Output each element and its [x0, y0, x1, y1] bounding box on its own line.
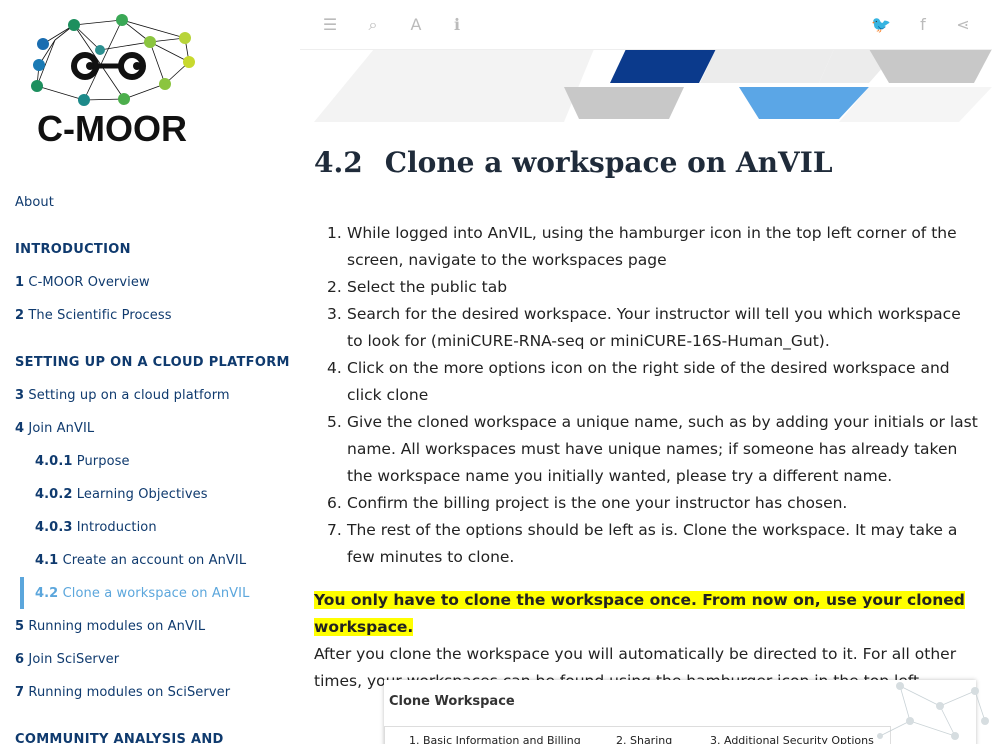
list-item-text: Confirm the billing project is the one y…: [347, 494, 848, 512]
sidebar-item-label: Running modules on AnVIL: [28, 619, 206, 634]
list-item-text: The rest of the options should be left a…: [347, 521, 958, 566]
main-content: 4.2 Clone a workspace on AnVIL 1. While lo…: [300, 0, 992, 744]
sidebar-item-label: About: [15, 195, 54, 210]
toolbar: ☰ ⌕ Aℹ 🐦 f ⋖: [300, 0, 992, 50]
highlighted-instruction: You only have to clone the workspace onc…: [314, 591, 965, 636]
list-item-number: 5.: [327, 413, 342, 431]
info-icon: ℹ: [453, 15, 461, 34]
sidebar-item-label: Learning Objectives: [76, 487, 208, 502]
list-item: 3. Search for the desired workspace. Your…: [327, 301, 979, 355]
font-icon: A: [410, 15, 422, 34]
list-item-number: 2.: [327, 278, 342, 296]
sidebar-item[interactable]: 1 C-MOOR Overview: [15, 275, 150, 290]
share-button[interactable]: ⋖: [952, 14, 974, 36]
sidebar-item-number: 4.0.2: [35, 487, 73, 502]
sidebar-item-number: 1: [15, 275, 25, 290]
list-item: 4. Click on the more options icon on the …: [327, 355, 979, 409]
sidebar-item[interactable]: 4.1 Create an account on AnVIL: [35, 553, 246, 568]
steps-list: 1. While logged into AnVIL, using the ham…: [327, 220, 979, 571]
sidebar-item-number: 3: [15, 388, 25, 403]
twitter-button[interactable]: 🐦: [870, 14, 892, 36]
sidebar-item-label: Create an account on AnVIL: [62, 553, 247, 568]
sidebar-item-label: Introduction: [76, 520, 157, 535]
list-item: 2. Select the public tab: [327, 274, 979, 301]
list-item: 7. The rest of the options should be left…: [327, 517, 979, 571]
tab-sharing: 2. Sharing: [616, 734, 673, 744]
sidebar-item[interactable]: 2 The Scientific Process: [15, 308, 172, 323]
facebook-icon: f: [920, 15, 926, 34]
list-item: 6. Confirm the billing project is the one…: [327, 490, 979, 517]
list-item-number: 7.: [327, 521, 342, 539]
network-decoration: [877, 682, 989, 740]
sidebar-item-number: 5: [15, 619, 25, 634]
sidebar-part-header: SETTING UP ON A CLOUD PLATFORM: [15, 355, 290, 370]
sidebar: C-MOOR About INTRODUCTION 1 C-MOOR Overvie…: [0, 0, 300, 744]
sidebar-item-label: Setting up on a cloud platform: [28, 388, 230, 403]
clone-workspace-title: Clone Workspace: [389, 694, 515, 709]
sidebar-item[interactable]: 4.0.2 Learning Objectives: [35, 487, 208, 502]
hamburger-icon: ☰: [322, 15, 338, 34]
list-item-text: Search for the desired workspace. Your i…: [347, 305, 961, 350]
sidebar-item-number: 7: [15, 685, 25, 700]
sidebar-item[interactable]: 4.0.1 Purpose: [35, 454, 130, 469]
search-button[interactable]: ⌕: [362, 14, 384, 36]
sidebar-item-label: Join SciServer: [28, 652, 120, 667]
list-item-number: 4.: [327, 359, 342, 377]
sidebar-item-active[interactable]: 4.2 Clone a workspace on AnVIL: [35, 586, 249, 601]
section-number: 4.2: [314, 146, 363, 179]
sidebar-item-label: The Scientific Process: [28, 308, 172, 323]
sidebar-item-number: 4.2: [35, 586, 59, 601]
list-item-text: Click on the more options icon on the ri…: [347, 359, 950, 404]
sidebar-item[interactable]: 7 Running modules on SciServer: [15, 685, 230, 700]
logo-text: C-MOOR: [37, 108, 187, 149]
list-item-number: 3.: [327, 305, 342, 323]
list-item-number: 1.: [327, 224, 342, 242]
list-item: 1. While logged into AnVIL, using the ham…: [327, 220, 979, 274]
c-moor-logo[interactable]: C-MOOR: [15, 10, 210, 150]
list-item-text: While logged into AnVIL, using the hambu…: [347, 224, 957, 269]
sidebar-item[interactable]: 5 Running modules on AnVIL: [15, 619, 205, 634]
share-icon: ⋖: [956, 15, 970, 34]
sidebar-item-number: 4.0.1: [35, 454, 73, 469]
active-item-indicator: [20, 577, 24, 609]
twitter-icon: 🐦: [871, 15, 891, 34]
chapter-banner-graphic: [314, 49, 992, 122]
sidebar-item-label: Join AnVIL: [28, 421, 95, 436]
sidebar-item[interactable]: About: [15, 195, 54, 210]
sidebar-item-number: 4.0.3: [35, 520, 73, 535]
sidebar-item-number: 2: [15, 308, 25, 323]
list-item-number: 6.: [327, 494, 342, 512]
tab-basic-information: 1. Basic Information and Billing: [409, 734, 581, 744]
search-icon: ⌕: [368, 15, 378, 34]
sidebar-item-label: Clone a workspace on AnVIL: [62, 586, 250, 601]
list-item: 5. Give the cloned workspace a unique nam…: [327, 409, 979, 490]
sidebar-item-label: C-MOOR Overview: [28, 275, 150, 290]
sidebar-item-number: 4: [15, 421, 25, 436]
sidebar-item-number: 6: [15, 652, 25, 667]
info-button[interactable]: ℹ: [446, 14, 468, 36]
sidebar-item-label: Running modules on SciServer: [28, 685, 231, 700]
sidebar-item-number: 4.1: [35, 553, 59, 568]
facebook-button[interactable]: f: [912, 14, 934, 36]
sidebar-item[interactable]: 6 Join SciServer: [15, 652, 119, 667]
section-title: Clone a workspace on AnVIL: [384, 146, 833, 179]
list-item-text: Select the public tab: [347, 278, 508, 296]
toggle-sidebar-button[interactable]: ☰: [319, 14, 341, 36]
list-item-text: Give the cloned workspace a unique name,…: [347, 413, 978, 485]
sidebar-part-header: COMMUNITY ANALYSIS AND FEEDBACK: [15, 732, 224, 744]
sidebar-part-header: INTRODUCTION: [15, 242, 131, 257]
sidebar-item[interactable]: 4.0.3 Introduction: [35, 520, 157, 535]
sidebar-item-label: Purpose: [76, 454, 130, 469]
page-title: 4.2 Clone a workspace on AnVIL: [314, 146, 833, 179]
font-settings-button[interactable]: A: [405, 14, 427, 36]
sidebar-item[interactable]: 4 Join AnVIL: [15, 421, 94, 436]
sidebar-item[interactable]: 3 Setting up on a cloud platform: [15, 388, 230, 403]
